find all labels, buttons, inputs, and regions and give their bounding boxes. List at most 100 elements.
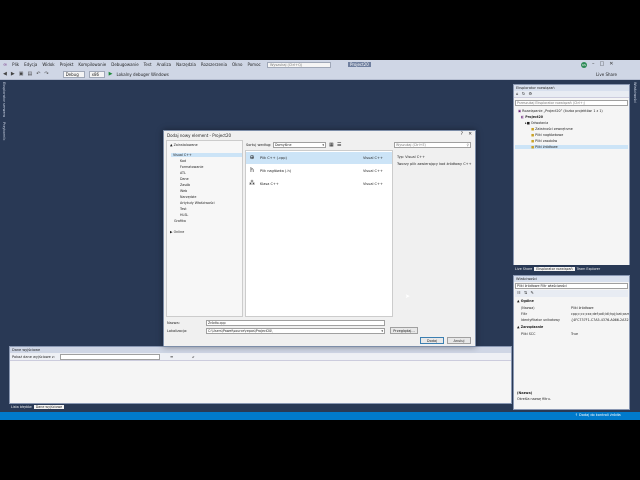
category-utility[interactable]: Narzędzie [180,195,196,199]
template-item-header-file[interactable]: h Plik nagłówka (.h) Visual C++ [246,165,392,177]
global-search-input[interactable]: Wyszukaj (Ctrl+Q) [267,62,331,68]
prop-unique-id-value[interactable]: {4FC737F1-C7A5-4376-A066-2A32} [571,318,629,322]
tab-live-share[interactable]: Live Share [513,267,534,271]
tree-item-external-deps[interactable]: ■ Zależności zewnętrzne [531,127,573,131]
template-item-cpp-class[interactable]: ⁂ Klasa C++ Visual C++ [246,178,392,190]
grid-view-icon[interactable]: ▦ [329,142,334,148]
save-icon[interactable]: ▤ [27,71,32,77]
prop-name-value[interactable]: Pliki źródłowe [571,306,594,310]
menu-help[interactable]: Pomoc [247,62,260,67]
menu-edit[interactable]: Edycja [24,62,37,67]
minimize-icon[interactable]: – [592,61,600,67]
tree-item-references[interactable]: ▸■ Odwołania [525,121,548,125]
tree-item-source-files[interactable]: ■ Pliki źródłowe [515,145,628,149]
platform-select[interactable]: x86 [88,70,105,78]
menu-debug[interactable]: Debugowanie [111,62,138,67]
tree-item-solution[interactable]: ▣ Rozwiązanie „Project20” (liczba projek… [518,109,603,113]
category-atl[interactable]: ATL [180,171,186,175]
category-property-sheets[interactable]: Artykuły Właściwości [180,201,215,205]
category-code[interactable]: Kod [180,159,186,163]
word-wrap-icon[interactable]: ⤶ [192,354,194,359]
forward-icon[interactable]: ▶ [11,71,15,77]
chevron-down-icon: ▾ [381,329,383,333]
tree-item-resource-files[interactable]: ■ Pliki zasobów [531,139,557,143]
header-file-icon: h [250,167,254,174]
add-to-source-control[interactable]: ↑ Dodaj do kontroli źródła [575,413,621,417]
cancel-button[interactable]: Anuluj [447,337,471,344]
section-source-control[interactable]: ▲ Zarządzanie [517,325,543,329]
template-search-placeholder: Wyszukaj (Ctrl+E) [396,143,426,147]
properties-side-tab[interactable]: Właściwości [633,82,637,103]
dialog-title: Dodaj nowy element - Project20 [167,133,232,138]
menu-project[interactable]: Projekt [60,62,74,67]
menu-analyze[interactable]: Analiza [157,62,172,67]
project-name-label: Project20 [348,62,371,67]
category-formatting[interactable]: Formatowanie [180,165,203,169]
clear-output-icon[interactable]: ≡ [170,354,173,359]
new-item-icon[interactable]: ▣ [19,71,24,77]
property-pages-icon[interactable]: ✎ [531,290,534,295]
category-test[interactable]: Test [180,207,187,211]
menu-test[interactable]: Test [144,62,152,67]
prop-filter-value[interactable]: cpp;c;cc;cxx;def;odl;idl;hpj;bat;asm [571,312,629,316]
server-explorer-tab[interactable]: Eksplorator serwera [2,82,6,117]
help-icon[interactable]: ? [461,132,463,137]
output-panel: Dane wyjściowe Pokaż dane wyjściowe z: ≡… [9,346,512,404]
output-bottom-tabs: Lista błędów Dane wyjściowe [9,403,309,410]
menu-extensions[interactable]: Rozszerzenia [201,62,227,67]
tree-item-header-files[interactable]: ■ Pliki nagłówkowe [531,133,563,137]
toolbox-tab[interactable]: Przybornik [2,122,6,140]
categorized-icon[interactable]: ☷ [517,290,521,295]
back-icon[interactable]: ◀ [3,71,7,77]
tab-team-explorer[interactable]: Team Explorer [575,267,603,271]
home-icon[interactable]: ⌂ [516,91,519,96]
avatar[interactable]: KS [581,62,587,68]
category-data[interactable]: Dane [180,177,189,181]
location-input[interactable]: C:\Users\Paweł\source\repos\Project20\ ▾ [206,328,385,334]
debugger-label[interactable]: Lokalny debuger Windows [116,72,168,77]
maximize-icon[interactable]: □ [600,61,610,67]
category-web[interactable]: Web [180,189,187,193]
output-source-select[interactable] [60,354,160,360]
close-icon[interactable]: ✕ [468,132,472,137]
menu-tools[interactable]: Narzędzia [176,62,196,67]
tab-error-list[interactable]: Lista błędów [9,405,34,409]
tab-solution-explorer[interactable]: Eksplorator rozwiązań [534,266,575,271]
sort-select[interactable]: Domyślne ▾ [273,142,326,148]
properties-subject-select[interactable]: Pliki źródłowe Filtr właściwości [515,283,628,289]
name-input[interactable]: Źródło.cpp [206,320,385,326]
vs-logo-icon[interactable]: ∞ [3,62,7,68]
menu-build[interactable]: Kompilowanie [78,62,106,67]
menu-view[interactable]: Widok [42,62,54,67]
online-node[interactable]: ▶ Online [170,230,184,234]
prop-name: (Nazwa) [521,306,535,310]
config-select[interactable]: Debug [62,70,85,78]
category-graphics[interactable]: Grafika [174,219,186,223]
category-hlsl[interactable]: HLSL [180,213,188,217]
template-item-cpp-file[interactable]: ⊕ Plik C++ (.cpp) Visual C++ [246,152,392,164]
prop-scc-value[interactable]: True [571,332,578,336]
menu-window[interactable]: Okno [232,62,242,67]
refresh-icon[interactable]: ↻ [522,91,525,96]
add-button[interactable]: Dodaj [420,337,444,344]
close-icon[interactable]: ✕ [609,61,618,67]
browse-button[interactable]: Przeglądaj... [390,327,418,334]
menu-file[interactable]: Plik [12,62,19,67]
alphabetical-icon[interactable]: ⇅ [524,290,527,295]
redo-icon[interactable]: ↷ [44,71,48,77]
tab-output[interactable]: Dane wyjściowe [33,404,65,409]
properties-toolbar: ☷ ⇅ ✎ [515,290,628,297]
start-debug-icon[interactable]: ▶ [109,71,113,77]
installed-node[interactable]: ▲ Zainstalowane [170,143,198,147]
tree-item-label: Zależności zewnętrzne [535,127,573,131]
template-search-input[interactable]: Wyszukaj (Ctrl+E) ⚲ [394,142,471,148]
category-visual-cpp[interactable]: Visual C++ [171,153,242,157]
undo-icon[interactable]: ↶ [36,71,40,77]
category-resource[interactable]: Zasób [180,183,190,187]
section-general[interactable]: ▲ Ogólne [517,299,534,303]
list-view-icon[interactable]: ☰ [337,142,341,148]
solution-search-input[interactable]: Przeszukaj Eksplorator rozwiązań (Ctrl+;… [515,100,628,106]
settings-icon[interactable]: ⚙ [528,91,532,96]
live-share-button[interactable]: Live Share [596,72,617,77]
tree-item-project[interactable]: ◧ Project20 [521,115,543,119]
